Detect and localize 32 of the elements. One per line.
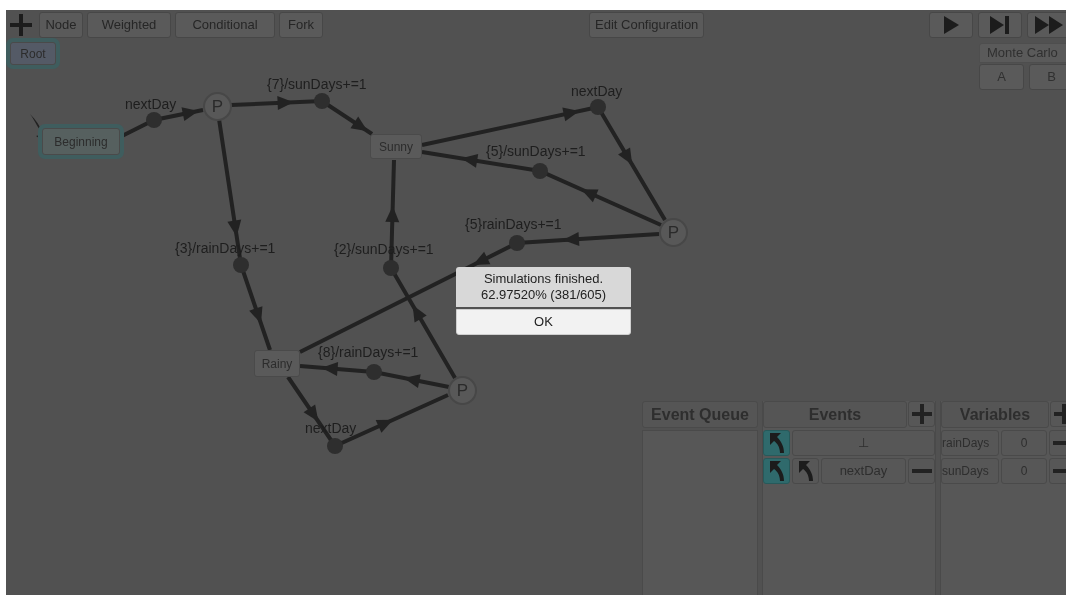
transition-handle[interactable]: [233, 257, 249, 273]
curved-arrow-icon: [768, 432, 785, 454]
transition-handle[interactable]: [509, 235, 525, 251]
plus-icon: [911, 404, 932, 424]
add-button[interactable]: [7, 12, 35, 38]
dialog-message: Simulations finished. 62.97520% (381/605): [456, 267, 631, 307]
plus-icon: [10, 14, 32, 36]
step-button[interactable]: [978, 12, 1022, 38]
remove-button[interactable]: [908, 458, 935, 484]
curved-arrow-icon: [768, 460, 785, 482]
step-icon: [989, 15, 1011, 35]
minus-icon: [1052, 441, 1066, 445]
transition-handle[interactable]: [532, 163, 548, 179]
minus-icon: [1052, 469, 1066, 473]
fast-forward-button[interactable]: [1027, 12, 1066, 38]
play-button[interactable]: [929, 12, 973, 38]
toggle-button[interactable]: [792, 458, 819, 484]
minus-icon: [911, 469, 932, 473]
toggle-button[interactable]: [763, 458, 790, 484]
toggle-button[interactable]: [763, 430, 790, 456]
transition-handle[interactable]: [314, 93, 330, 109]
event-name: ⊥: [792, 430, 935, 456]
transition-handle[interactable]: [383, 260, 399, 276]
ok-button[interactable]: OK: [456, 309, 631, 335]
fast-forward-icon: [1034, 15, 1064, 35]
transition-handle[interactable]: [590, 99, 606, 115]
add-button[interactable]: [908, 401, 935, 427]
curved-arrow-icon: [797, 460, 814, 482]
play-icon: [942, 15, 960, 35]
transition-handle[interactable]: [366, 364, 382, 380]
transition-handle[interactable]: [146, 112, 162, 128]
transition-handle[interactable]: [327, 438, 343, 454]
